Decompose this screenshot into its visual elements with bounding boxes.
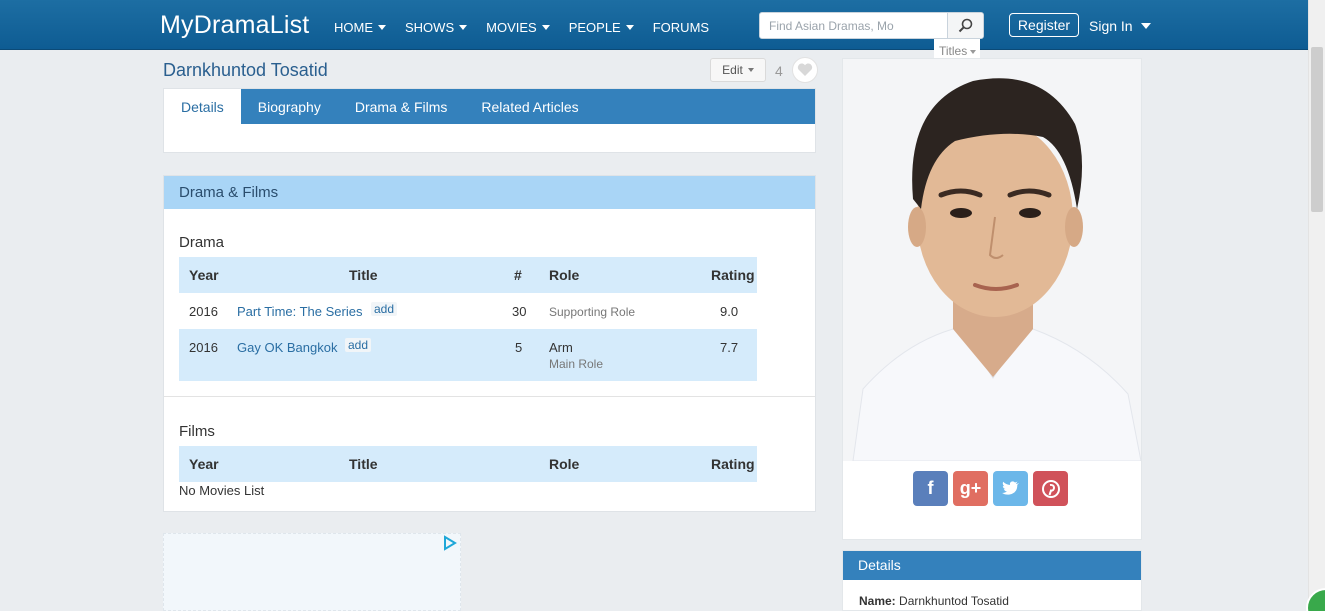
search-input[interactable] [760,13,948,38]
nav-people[interactable]: PEOPLE [569,20,634,35]
row-role-type: Main Role [549,357,604,371]
scrollbar-thumb[interactable] [1311,47,1323,212]
chevron-down-icon [541,25,550,30]
chevron-down-icon [747,68,754,72]
col-rating: Rating [711,456,755,472]
details-name-row: Name: Darnkhuntod Tosatid [859,594,1009,608]
row-year: 2016 [189,304,218,319]
nav-forums[interactable]: FORUMS [653,20,709,35]
drama-films-card: Drama & Films Drama Year Title # Role Ra… [163,175,816,512]
chevron-down-icon [1140,23,1151,29]
favorite-button[interactable] [792,57,818,83]
main-nav: HOME SHOWS MOVIES PEOPLE FORUMS [334,20,728,35]
col-role: Role [549,267,580,283]
col-rating: Rating [711,267,755,283]
row-episodes: 30 [512,304,527,319]
col-role: Role [549,456,580,472]
row-year: 2016 [189,340,218,355]
chevron-down-icon [459,25,468,30]
col-year: Year [189,456,219,472]
row-title-link[interactable]: Part Time: The Series [237,304,362,319]
row-rating: 7.7 [720,340,739,355]
films-table: Year Title Role Rating [179,446,757,482]
details-name-value: Darnkhuntod Tosatid [899,594,1009,608]
facebook-share-button[interactable]: f [913,471,948,506]
register-button[interactable]: Register [1009,13,1079,37]
nav-home[interactable]: HOME [334,20,386,35]
row-role-type: Supporting Role [549,305,636,319]
nav-movies[interactable]: MOVIES [486,20,550,35]
search-scope-label: Titles [939,44,968,58]
adchoices-icon[interactable] [442,535,458,551]
section-divider [164,396,815,397]
drama-heading: Drama [179,234,225,251]
site-logo[interactable]: MyDramaList [160,11,309,40]
nav-home-label: HOME [334,20,373,35]
twitter-share-button[interactable] [993,471,1028,506]
chevron-down-icon [625,25,634,30]
profile-photo-card: f g+ [842,58,1142,540]
profile-tabs-card: Details Biography Drama & Films Related … [163,88,816,153]
pinterest-share-button[interactable] [1033,471,1068,506]
google-plus-share-button[interactable]: g+ [953,471,988,506]
details-card: Details Name: Darnkhuntod Tosatid [842,550,1142,611]
col-year: Year [189,267,219,283]
portrait-illustration [843,59,1141,461]
row-title-link[interactable]: Gay OK Bangkok [237,340,337,355]
search-icon [958,18,973,33]
card-title: Drama & Films [164,176,815,209]
add-to-list-button[interactable]: add [371,302,398,316]
chevron-down-icon [378,25,386,30]
nav-movies-label: MOVIES [486,20,537,35]
edit-button[interactable]: Edit [710,58,766,82]
col-title: Title [349,456,378,472]
tab-drama-films[interactable]: Drama & Films [338,89,465,124]
drama-table: Year Title # Role Rating 2016 Part Time:… [179,257,757,381]
ad-placeholder[interactable] [163,533,461,611]
heart-icon [797,63,813,76]
add-to-list-button[interactable]: add [345,338,372,352]
empty-state-text: No Movies List [179,483,265,498]
table-row: 2016 Part Time: The Series add 30 Suppor… [179,293,757,329]
row-role-name[interactable]: Arm [549,340,573,355]
nav-people-label: PEOPLE [568,20,621,35]
nav-shows[interactable]: SHOWS [405,20,468,35]
nav-shows-label: SHOWS [405,20,455,35]
tab-biography[interactable]: Biography [241,89,338,124]
tab-bar: Details Biography Drama & Films Related … [164,89,815,124]
social-share-bar: f g+ [913,471,1068,506]
sign-in-menu[interactable]: Sign In [1089,18,1151,34]
favorite-count: 4 [775,63,783,79]
row-rating: 9.0 [720,304,739,319]
edit-label: Edit [722,63,743,77]
page-title: Darnkhuntod Tosatid [163,60,328,80]
sign-in-label: Sign In [1089,18,1133,34]
facebook-icon: f [927,478,934,498]
col-episodes: # [514,267,522,283]
row-episodes: 5 [515,340,523,355]
google-plus-icon: g+ [959,478,982,498]
top-navbar: MyDramaList HOME SHOWS MOVIES PEOPLE FOR… [0,0,1308,50]
table-header: Year Title # Role Rating [179,257,757,293]
page-scrollbar[interactable] [1308,0,1325,611]
table-row: 2016 Gay OK Bangkok add 5 Arm Main Role … [179,329,757,381]
pinterest-icon [1041,479,1060,498]
search-button[interactable] [947,13,983,38]
chevron-down-icon [970,49,977,54]
nav-forums-label: FORUMS [652,20,710,35]
profile-photo [843,59,1141,461]
details-title: Details [843,551,1141,580]
table-header: Year Title Role Rating [179,446,757,482]
twitter-icon [1001,481,1019,495]
col-title: Title [349,267,378,283]
details-name-label: Name: [859,594,896,608]
search-box [759,12,984,39]
tab-related-articles[interactable]: Related Articles [464,89,595,124]
tab-details[interactable]: Details [164,89,241,124]
films-heading: Films [179,423,215,440]
